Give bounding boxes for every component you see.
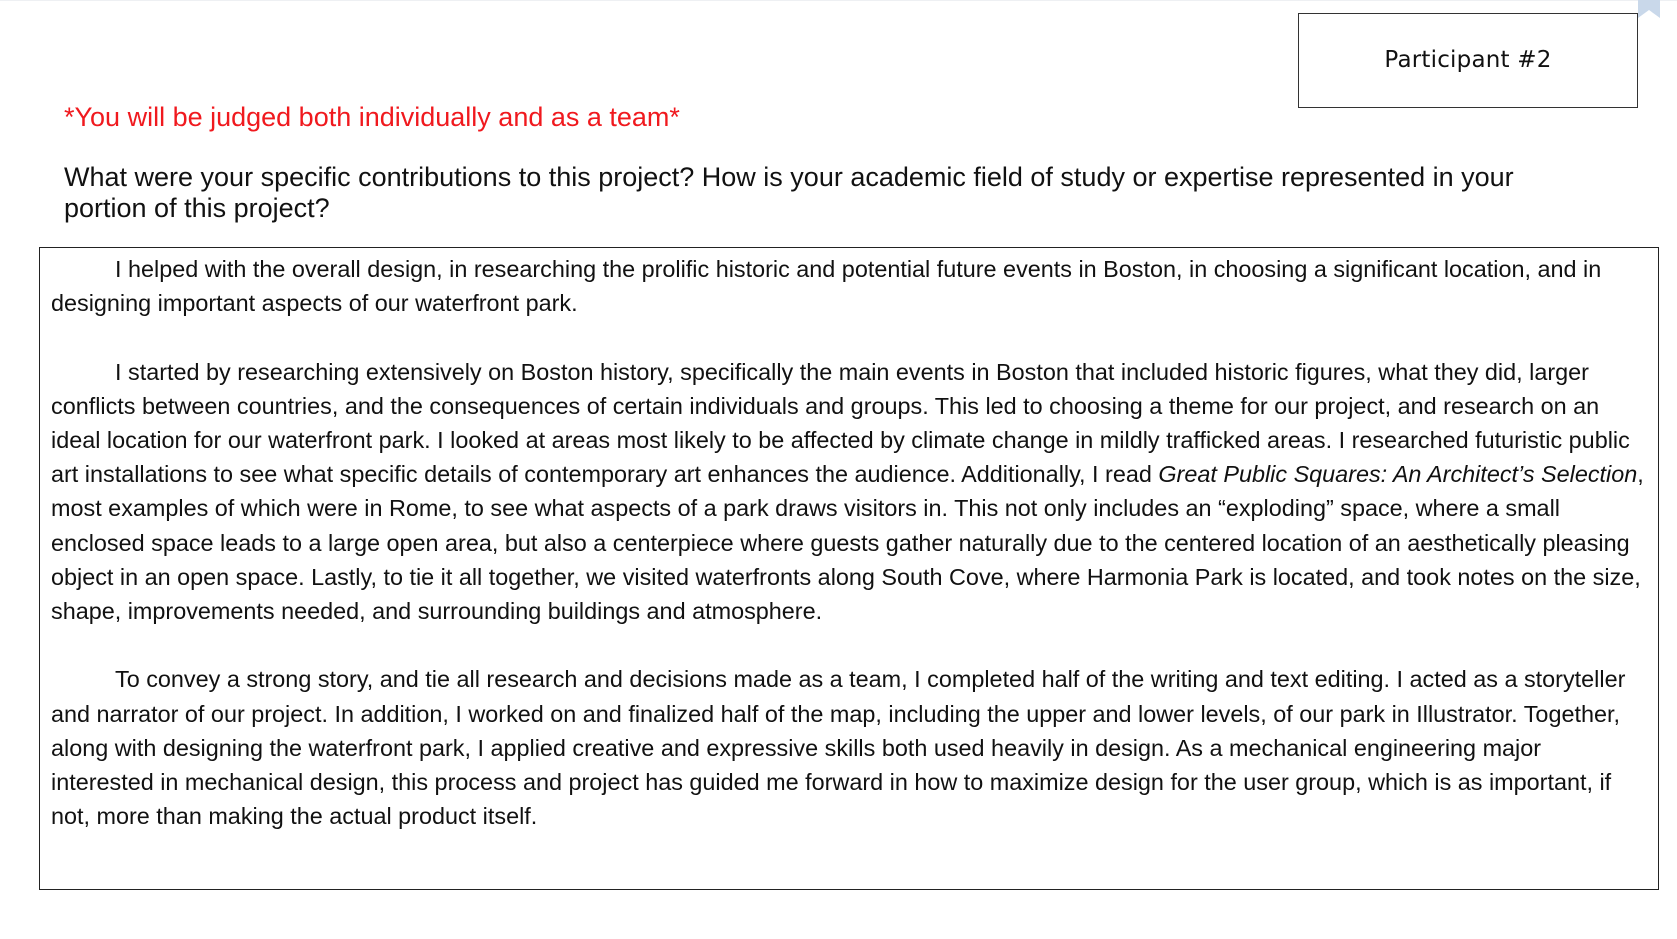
top-divider — [0, 0, 1677, 1]
question-line-1: What were your specific contributions to… — [64, 162, 1514, 192]
answer-paragraph-3: To convey a strong story, and tie all re… — [51, 666, 1626, 830]
answer-paragraph-1: I helped with the overall design, in res… — [51, 256, 1602, 317]
participant-label: Participant #2 — [1384, 46, 1552, 73]
question-line-2: portion of this project? — [64, 193, 330, 223]
answer-text-box[interactable]: I helped with the overall design, in res… — [39, 247, 1659, 890]
question-prompt: What were your specific contributions to… — [64, 162, 1624, 224]
judging-note: *You will be judged both individually an… — [64, 102, 680, 132]
participant-label-box: Participant #2 — [1298, 13, 1638, 108]
answer-paragraph-2: I started by researching extensively on … — [51, 355, 1648, 629]
book-title: Great Public Squares: An Architect’s Sel… — [1158, 461, 1638, 488]
bookmark-corner-icon — [1638, 0, 1660, 18]
